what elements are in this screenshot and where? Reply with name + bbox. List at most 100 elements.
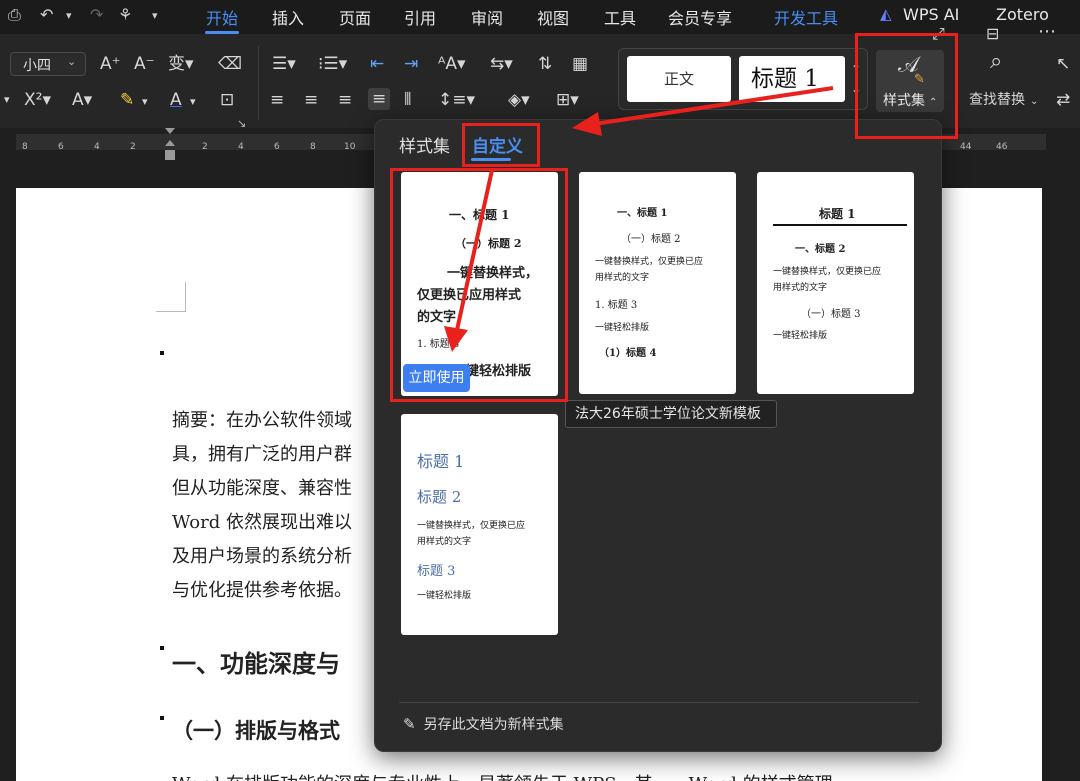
tab-view[interactable]: 视图	[537, 5, 569, 29]
chevron-down-icon: ⌄	[67, 55, 77, 68]
tab-insert[interactable]: 插入	[272, 5, 304, 29]
shrink-font-icon[interactable]: A⁻	[134, 54, 155, 74]
save-as-style-set-label: 另存此文档为新样式集	[423, 717, 564, 733]
select-cursor-icon[interactable]: ↖	[1056, 54, 1070, 74]
bullets-icon[interactable]: ☰▾	[272, 54, 296, 74]
tab-review[interactable]: 审阅	[471, 5, 503, 29]
wps-ai-icon: ◭	[880, 5, 892, 23]
font-color-icon[interactable]: A	[170, 90, 182, 110]
ruler-tick: 2	[202, 142, 208, 152]
template-heading-2: 一、标题 2	[795, 244, 846, 255]
tab-wps-ai[interactable]: WPS AI	[903, 5, 959, 24]
indent-marker[interactable]	[165, 128, 175, 162]
highlight-box-style-set	[855, 33, 958, 139]
template-text: 一键轻松排版	[773, 331, 828, 341]
ruler-tick: 4	[238, 142, 244, 152]
divider	[399, 702, 919, 703]
tab-style-sets[interactable]: 样式集	[399, 132, 450, 157]
ruler-tick: 46	[996, 142, 1008, 152]
template-heading-3: 1. 标题 3	[595, 300, 638, 311]
replace-icon[interactable]: ⇄	[1056, 90, 1070, 110]
shading-icon[interactable]: ◈▾	[508, 90, 530, 110]
heading-1: 一、功能深度与	[172, 650, 340, 678]
paragraph-mark	[160, 716, 164, 720]
sort-az-icon[interactable]: ⇅	[538, 54, 552, 74]
ruler-tick: 8	[310, 142, 316, 152]
chevron-down-icon[interactable]: ▾	[190, 92, 196, 112]
undo-icon[interactable]: ↶	[40, 5, 53, 24]
increase-indent-icon[interactable]: ⇥	[404, 54, 418, 74]
text-direction-icon[interactable]: ᴬA▾	[438, 54, 465, 74]
paragraph-mark	[160, 646, 164, 650]
template-heading-4: （1）标题 4	[599, 348, 657, 359]
template-heading-3: （一）标题 3	[801, 309, 861, 320]
template-text: 一键替换样式，仅更换已应	[595, 257, 704, 267]
divider	[258, 46, 259, 120]
more-icon[interactable]: ⋯	[1038, 22, 1056, 42]
heading-rule	[773, 224, 907, 226]
tab-developer[interactable]: 开发工具	[774, 5, 838, 29]
ruler-tick: 4	[94, 142, 100, 152]
tab-member[interactable]: 会员专享	[668, 5, 732, 29]
tab-tools[interactable]: 工具	[604, 5, 636, 29]
justify-icon[interactable]: ≡	[368, 88, 391, 110]
tab-references[interactable]: 引用	[404, 5, 436, 29]
scan-text-icon[interactable]: ⊟	[986, 24, 999, 44]
undo-dropdown-icon[interactable]: ▾	[66, 9, 72, 22]
style-template-card[interactable]: 一、标题 1 （一）标题 2 一键替换样式，仅更换已应 用样式的文字 1. 标题…	[579, 172, 736, 394]
template-tooltip: 法大26年硕士学位论文新模板	[565, 400, 777, 428]
body-line: 但从功能深度、兼容性	[172, 478, 352, 499]
template-text: 用样式的文字	[595, 273, 650, 283]
align-center-icon[interactable]: ≡	[304, 90, 318, 110]
style-heading-1[interactable]: 标题 1	[739, 56, 845, 102]
chevron-down-icon[interactable]: ▾	[142, 92, 148, 112]
align-left-icon[interactable]: ≡	[270, 90, 284, 110]
redo-icon: ↷	[90, 5, 104, 24]
borders-icon[interactable]: ⊞▾	[556, 90, 579, 110]
template-heading-2: 标题 2	[417, 488, 462, 506]
tab-home[interactable]: 开始	[206, 5, 238, 29]
save-style-icon: ✎	[403, 715, 416, 733]
character-border-icon[interactable]: ⊡	[220, 90, 234, 110]
grow-font-icon[interactable]: A⁺	[100, 54, 121, 74]
style-normal[interactable]: 正文	[627, 56, 731, 102]
line-spacing-icon[interactable]: ↕≡▾	[438, 90, 475, 110]
ruler-tick: 6	[58, 142, 64, 152]
align-right-icon[interactable]: ≡	[338, 90, 352, 110]
highlight-box-template	[390, 168, 568, 402]
template-heading-3: 标题 3	[417, 564, 456, 579]
style-gallery: 正文 标题 1 ⌃ ⌄	[618, 48, 868, 110]
font-size-value: 小四	[23, 58, 51, 74]
numbering-icon[interactable]: ⁝☰▾	[318, 54, 347, 74]
phonetic-guide-icon[interactable]: 变▾	[168, 54, 194, 74]
search-icon[interactable]: ⌕	[990, 51, 1002, 73]
decrease-indent-icon[interactable]: ⇤	[370, 54, 384, 74]
body-line: 及用户场景的系统分析	[172, 546, 352, 567]
more-quick-access-icon[interactable]: ▾	[152, 9, 158, 22]
ruler-tick: 6	[274, 142, 280, 152]
save-as-style-set-button[interactable]: ✎ 另存此文档为新样式集	[403, 714, 564, 734]
highlight-icon[interactable]: ✎	[120, 90, 134, 110]
clear-format-icon[interactable]: ⌫	[218, 54, 242, 74]
superscript-icon[interactable]: X²▾	[24, 90, 51, 110]
chevron-down-icon[interactable]: ▾	[4, 90, 10, 110]
table-grid-icon[interactable]: ▦	[572, 54, 588, 74]
style-template-card[interactable]: 标题 1 标题 2 一键替换样式，仅更换已应 用样式的文字 标题 3 一键轻松排…	[401, 414, 558, 635]
ruler-tick: 44	[960, 142, 972, 152]
style-template-card[interactable]: 标题 1 一、标题 2 一键替换样式，仅更换已应 用样式的文字 （一）标题 3 …	[757, 172, 914, 394]
distributed-icon[interactable]: ⦀	[404, 90, 411, 110]
ruler-tick: 10	[344, 142, 356, 152]
text-effect-icon[interactable]: A▾	[72, 90, 92, 110]
print-preview-icon[interactable]: ⎙	[8, 5, 21, 25]
body-line: Word 依然展现出难以	[172, 512, 352, 533]
ruler-tick: 8	[22, 142, 28, 152]
format-painter-icon[interactable]: ⚘	[118, 5, 132, 24]
paragraph-mark	[160, 351, 164, 355]
body-line: 与优化提供参考依据。	[172, 580, 352, 601]
template-heading-1: 一、标题 1	[617, 208, 668, 219]
ruler-tick: 2	[130, 142, 136, 152]
sort-icon[interactable]: ⇆▾	[490, 54, 513, 74]
tab-layout[interactable]: 页面	[339, 5, 371, 29]
find-replace-button[interactable]: 查找替换	[969, 90, 1025, 110]
body-line: Word 在排版功能的深度与专业性上，显著领先于 WPS。其一，Word 的样式…	[172, 770, 833, 781]
